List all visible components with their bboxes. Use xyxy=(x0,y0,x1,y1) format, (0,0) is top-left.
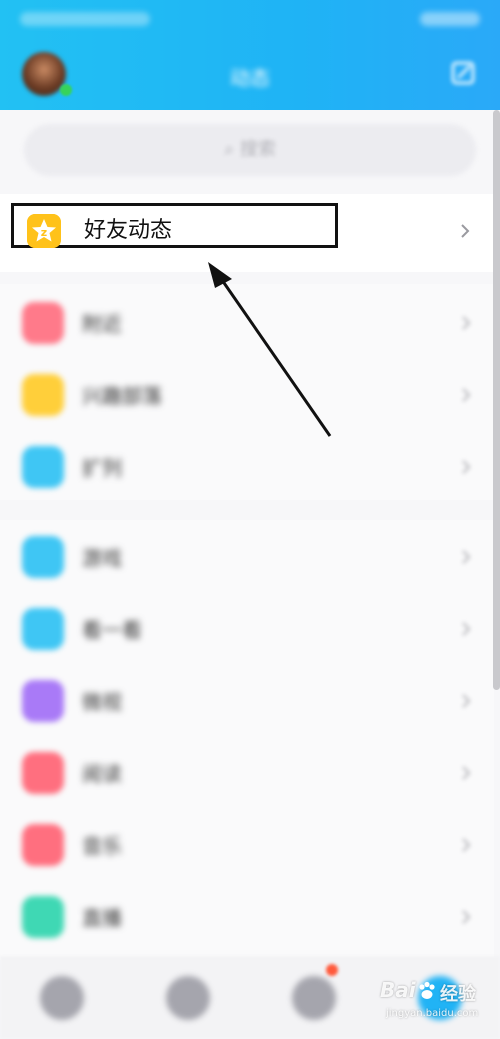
watermark-url: jingyan.baidu.com xyxy=(386,1008,479,1019)
baidu-watermark: Bai 经验 jingyan.baidu.com xyxy=(380,978,492,1028)
watermark-suffix: 经验 xyxy=(440,984,476,1005)
annotation-arrow xyxy=(208,262,332,437)
watermark-brand: Bai xyxy=(380,978,416,1002)
paw-icon xyxy=(419,981,435,999)
